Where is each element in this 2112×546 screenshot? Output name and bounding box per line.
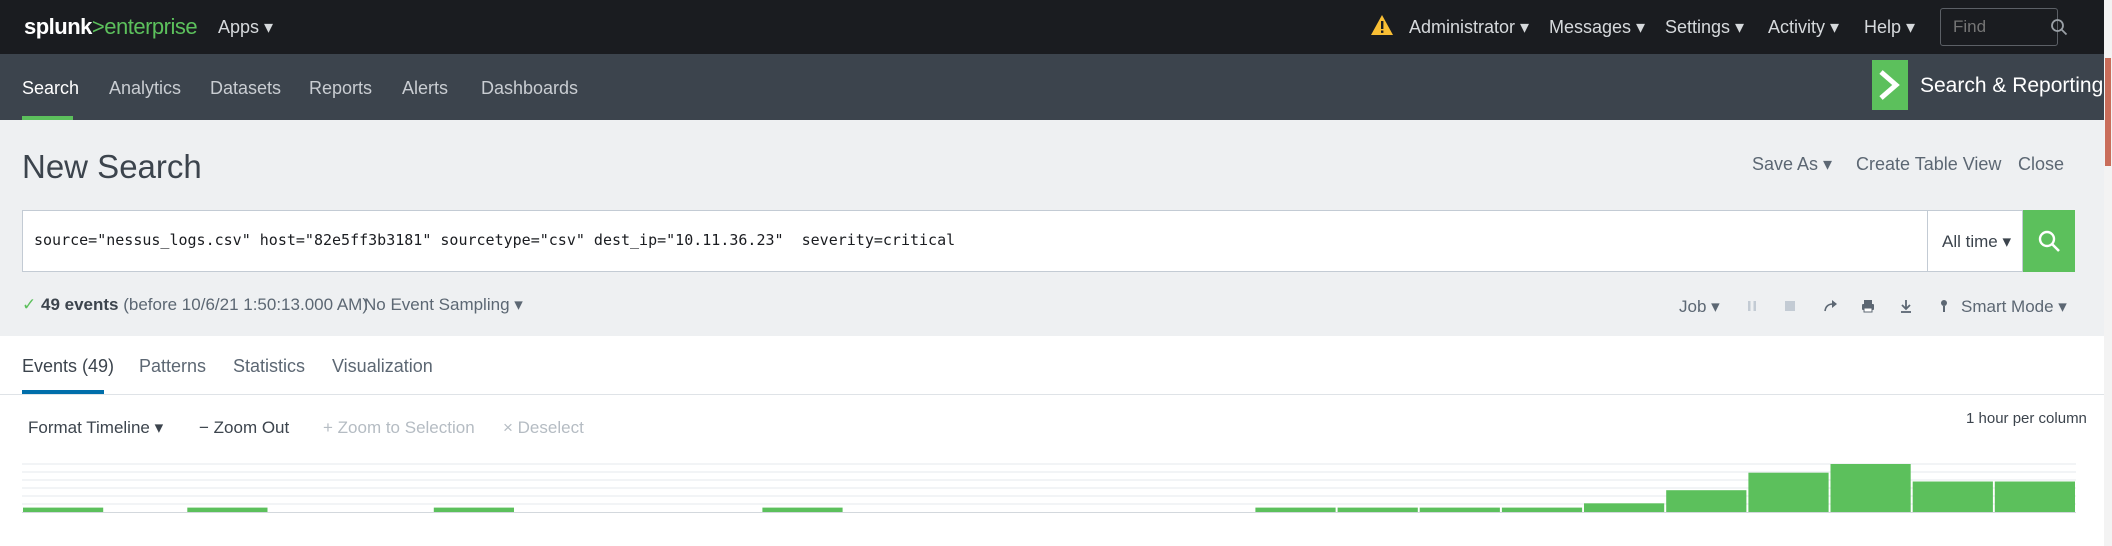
warning-icon[interactable] [1370, 14, 1394, 36]
tab-dashboards[interactable]: Dashboards [481, 78, 578, 99]
event-sampling-menu[interactable]: No Event Sampling ▾ [364, 295, 523, 315]
logo-splunk-text: splunk [24, 14, 92, 39]
active-tab-indicator [22, 116, 73, 120]
timeline-bar[interactable] [1830, 464, 1911, 512]
tab-datasets[interactable]: Datasets [210, 78, 281, 99]
zoom-out-button[interactable]: − Zoom Out [199, 418, 289, 438]
tab-patterns[interactable]: Patterns [139, 356, 206, 377]
messages-menu[interactable]: Messages ▾ [1549, 17, 1645, 38]
search-app-logo-icon [1872, 60, 1908, 110]
timeline-bar[interactable] [433, 507, 514, 512]
search-status: ✓ 49 events (before 10/6/21 1:50:13.000 … [22, 295, 368, 315]
timeline-bar[interactable] [762, 507, 843, 512]
search-icon [2051, 19, 2068, 36]
tab-events[interactable]: Events (49) [22, 356, 114, 377]
pause-icon[interactable] [1744, 298, 1760, 314]
job-menu[interactable]: Job ▾ [1679, 297, 1720, 317]
tab-search[interactable]: Search [22, 78, 79, 99]
search-button[interactable] [2023, 210, 2075, 272]
timeline-bar[interactable] [1912, 481, 1993, 513]
scrollbar-thumb[interactable] [2105, 58, 2111, 166]
timeline-bar[interactable] [23, 507, 104, 512]
timeline-bar[interactable] [1501, 507, 1583, 512]
smart-mode-bulb-icon [1936, 298, 1952, 314]
apps-menu[interactable]: Apps ▾ [218, 17, 273, 38]
timeline-scale-label: 1 hour per column [1966, 410, 2087, 427]
logo-enterprise-text: enterprise [104, 14, 198, 39]
print-icon[interactable] [1860, 298, 1876, 314]
zoom-to-selection-button[interactable]: + Zoom to Selection [323, 418, 475, 438]
format-timeline-menu[interactable]: Format Timeline ▾ [28, 418, 163, 438]
timeline-bar[interactable] [1666, 490, 1747, 512]
search-icon [2038, 230, 2060, 252]
close-button[interactable]: Close [2018, 154, 2064, 175]
tab-reports[interactable]: Reports [309, 78, 372, 99]
results-panel [0, 336, 2104, 546]
timeline-bar[interactable] [187, 507, 268, 512]
search-before-time: (before 10/6/21 1:50:13.000 AM) [123, 295, 369, 314]
search-query-text[interactable]: source="nessus_logs.csv" host="82e5ff3b3… [34, 231, 955, 249]
time-range-picker[interactable]: All time ▾ [1927, 210, 2023, 272]
tabs-divider [0, 394, 2104, 395]
events-count: 49 events [40, 295, 119, 314]
event-timeline[interactable] [22, 456, 2076, 514]
timeline-bar[interactable] [1419, 507, 1500, 512]
search-mode-menu[interactable]: Smart Mode ▾ [1961, 297, 2067, 317]
timeline-bar[interactable] [1748, 472, 1829, 512]
find-input[interactable] [1940, 8, 2058, 46]
timeline-bar[interactable] [1584, 503, 1665, 512]
share-icon[interactable] [1822, 298, 1838, 314]
timeline-bar[interactable] [1337, 507, 1418, 512]
timeline-bar[interactable] [1255, 507, 1336, 512]
timeline-bar[interactable] [1994, 481, 2075, 513]
download-icon[interactable] [1898, 298, 1914, 314]
administrator-menu[interactable]: Administrator ▾ [1409, 17, 1529, 38]
logo-separator: > [91, 14, 105, 39]
app-title: Search & Reporting [1920, 74, 2104, 97]
save-as-button[interactable]: Save As ▾ [1752, 154, 1832, 175]
tab-statistics[interactable]: Statistics [233, 356, 305, 377]
deselect-button[interactable]: × Deselect [503, 418, 584, 438]
tab-alerts[interactable]: Alerts [402, 78, 448, 99]
tab-visualization[interactable]: Visualization [332, 356, 433, 377]
splunk-logo[interactable]: splunk>enterprise [24, 14, 198, 40]
check-icon: ✓ [22, 295, 37, 314]
stop-icon[interactable] [1782, 298, 1798, 314]
tab-analytics[interactable]: Analytics [109, 78, 181, 99]
help-menu[interactable]: Help ▾ [1864, 17, 1915, 38]
settings-menu[interactable]: Settings ▾ [1665, 17, 1744, 38]
activity-menu[interactable]: Activity ▾ [1768, 17, 1839, 38]
create-table-view-button[interactable]: Create Table View [1856, 154, 2001, 175]
page-title: New Search [22, 148, 202, 185]
